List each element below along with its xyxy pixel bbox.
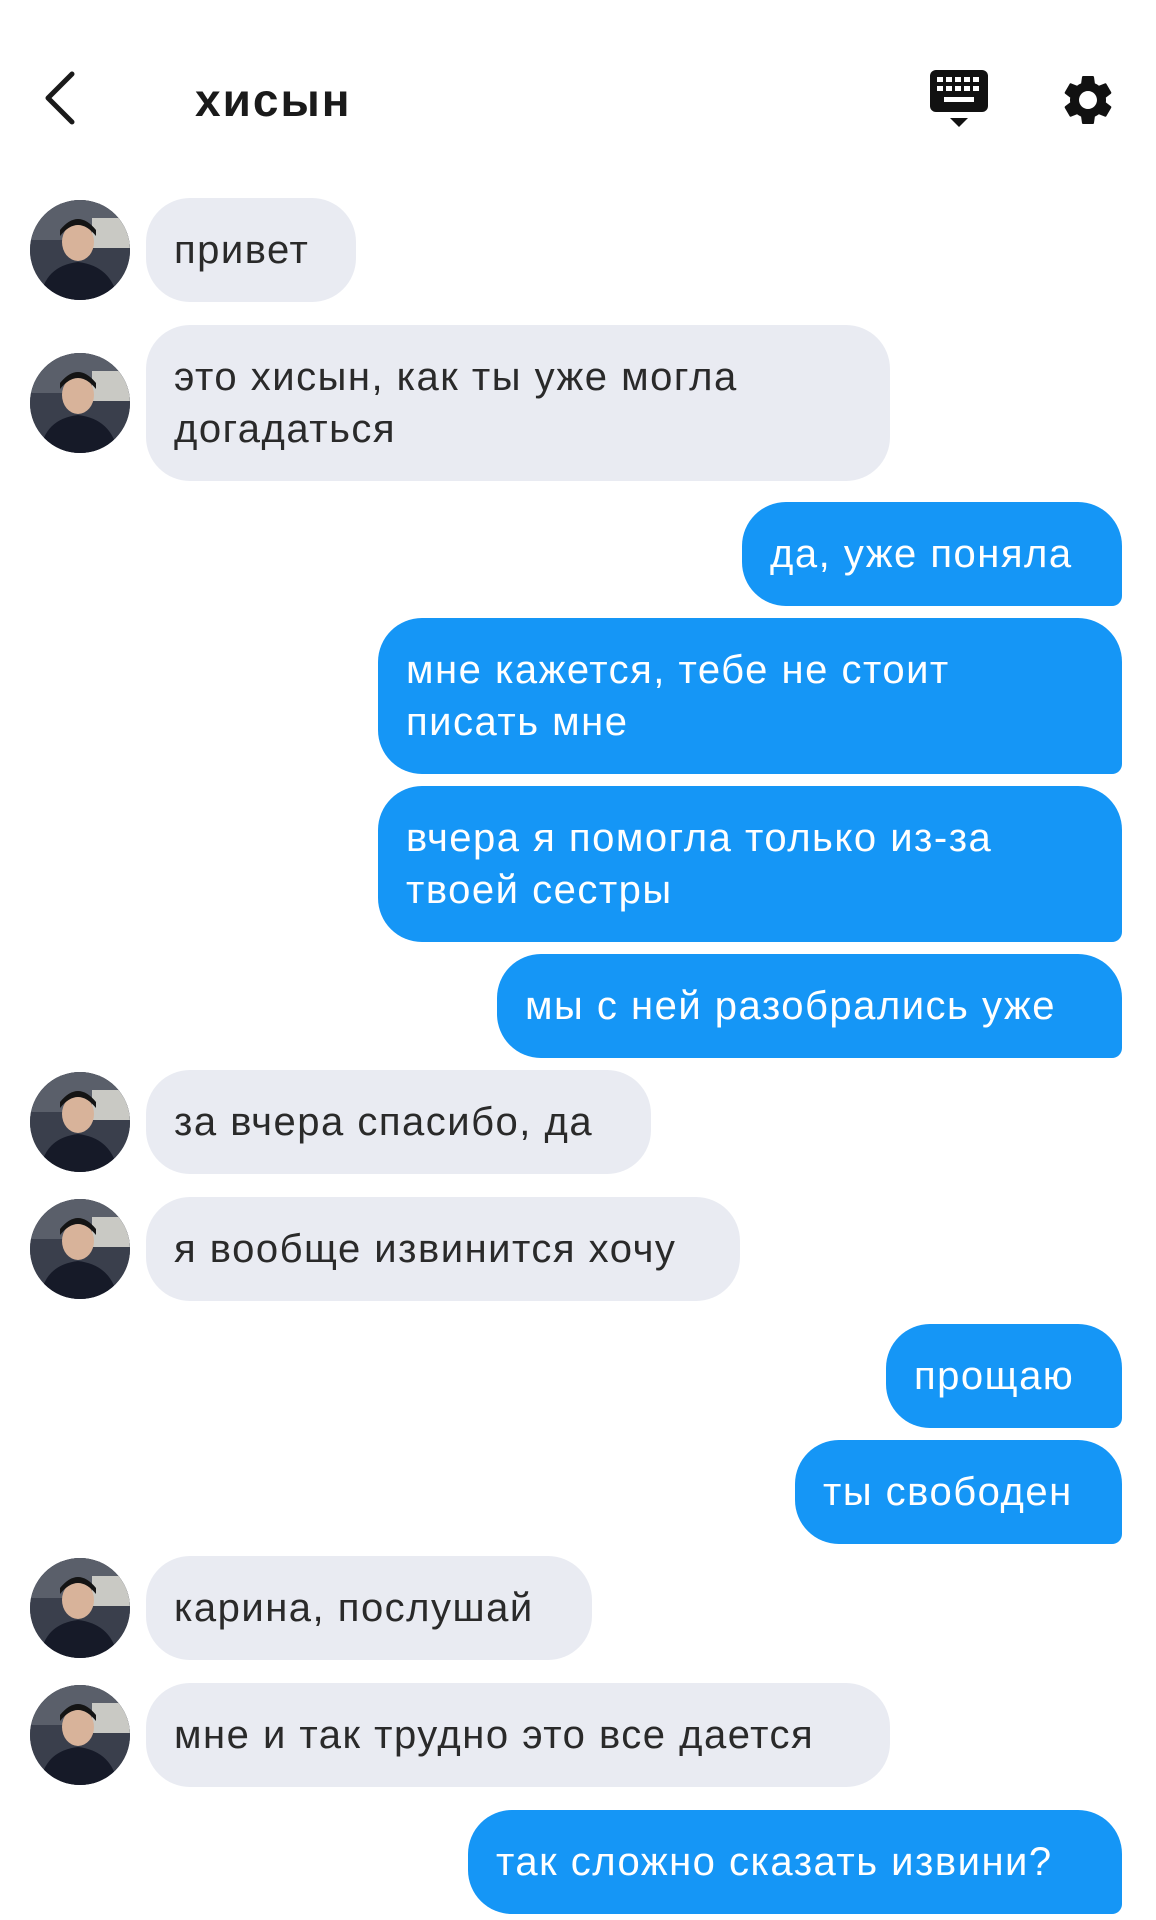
incoming-message-bubble[interactable]: я вообще извинится хочу [146, 1197, 740, 1301]
avatar[interactable] [30, 353, 130, 453]
incoming-message-bubble[interactable]: карина, послушай [146, 1556, 592, 1660]
incoming-message-bubble[interactable]: за вчера спасибо, да [146, 1070, 651, 1174]
avatar[interactable] [30, 200, 130, 300]
outgoing-message-bubble[interactable]: так сложно сказать извини? [468, 1810, 1122, 1914]
avatar[interactable] [30, 1199, 130, 1299]
outgoing-message-bubble[interactable]: прощаю [886, 1324, 1122, 1428]
avatar[interactable] [30, 1072, 130, 1172]
outgoing-message-bubble[interactable]: ты свободен [795, 1440, 1122, 1544]
outgoing-message-bubble[interactable]: мне кажется, тебе не стоит писать мне [378, 618, 1122, 774]
avatar[interactable] [30, 1558, 130, 1658]
outgoing-message-bubble[interactable]: да, уже поняла [742, 502, 1122, 606]
avatar[interactable] [30, 1685, 130, 1785]
incoming-message-bubble[interactable]: привет [146, 198, 356, 302]
incoming-message-bubble[interactable]: мне и так трудно это все дается [146, 1683, 890, 1787]
incoming-message-bubble[interactable]: это хисын, как ты уже могла догадаться [146, 325, 890, 481]
message-list[interactable]: привет это хисын, как ты уже могла догада… [0, 0, 1156, 1920]
outgoing-message-bubble[interactable]: мы с ней разобрались уже [497, 954, 1122, 1058]
outgoing-message-bubble[interactable]: вчера я помогла только из-за твоей сестр… [378, 786, 1122, 942]
